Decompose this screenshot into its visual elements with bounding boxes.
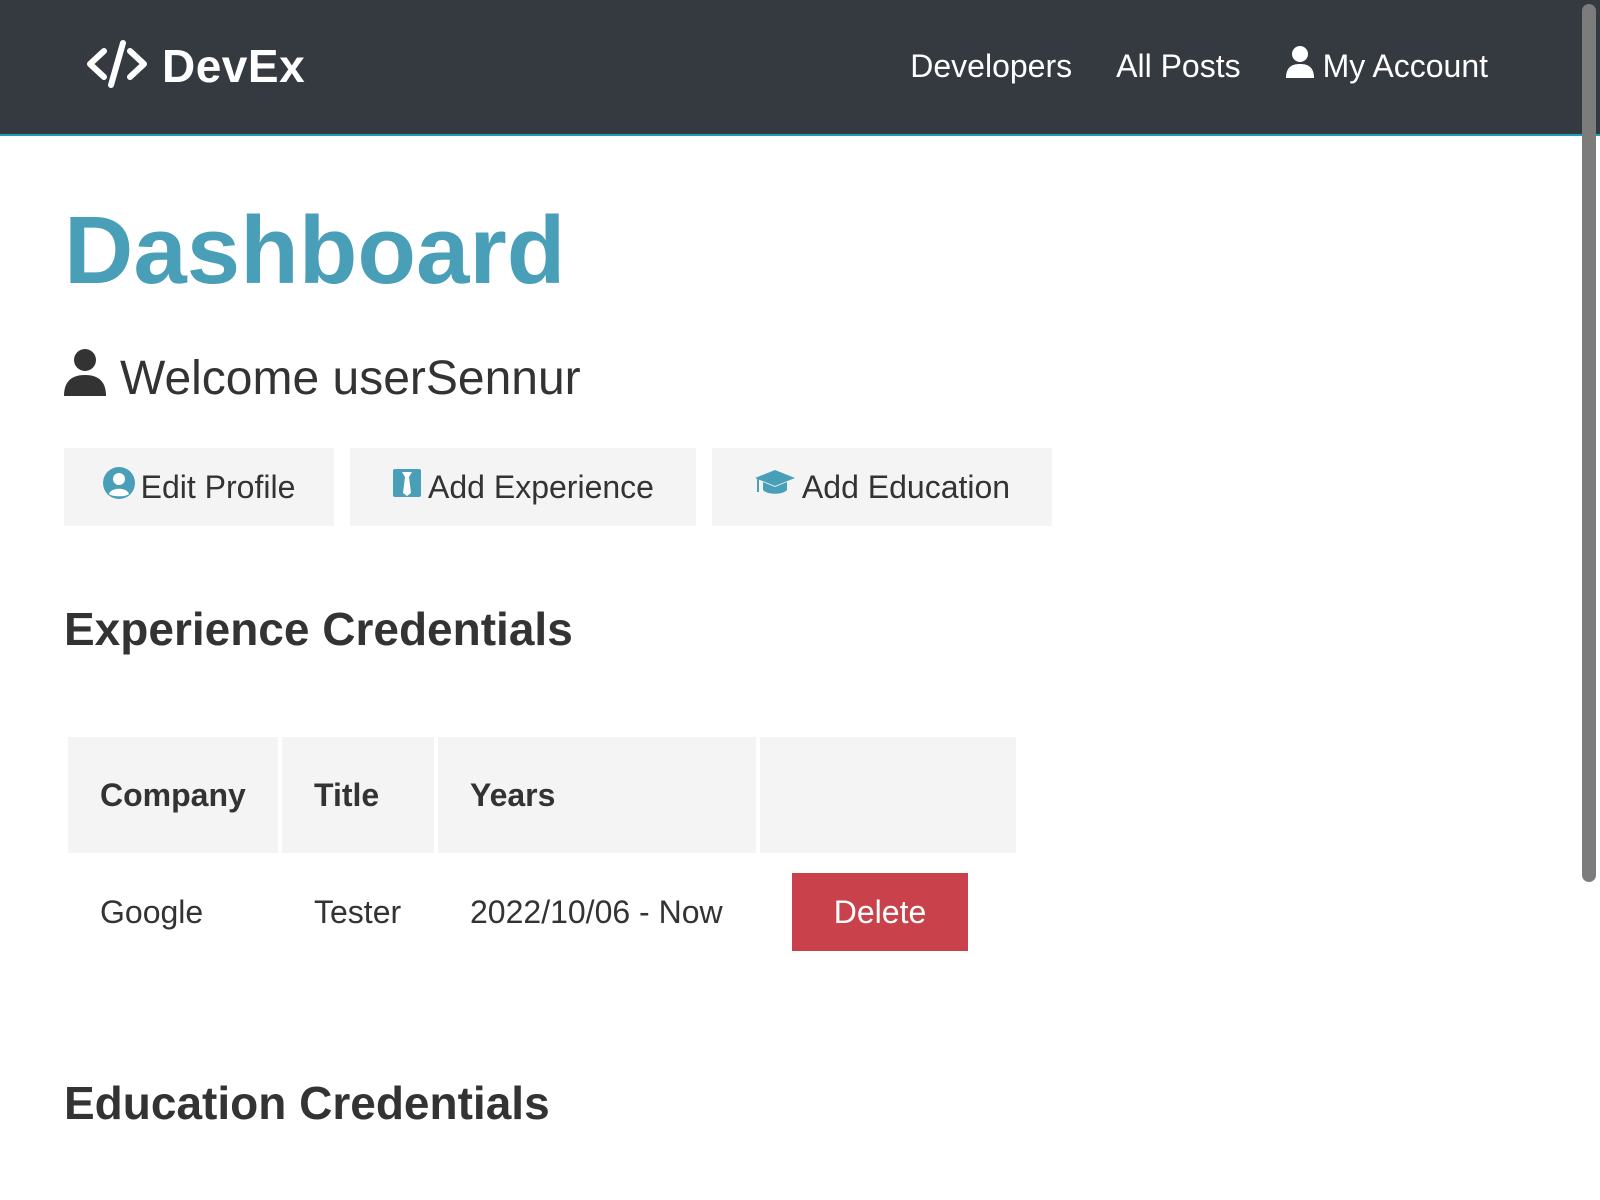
brand-link[interactable]: DevEx bbox=[86, 38, 305, 94]
add-experience-button[interactable]: Add Experience bbox=[350, 448, 696, 526]
experience-table: Company Title Years Google Tester 2022/1… bbox=[64, 733, 1020, 971]
nav-link-developers-label: Developers bbox=[910, 47, 1073, 84]
user-circle-icon bbox=[102, 467, 135, 507]
column-header-years: Years bbox=[438, 737, 756, 853]
id-badge-icon bbox=[392, 468, 422, 506]
add-education-button[interactable]: Add Education bbox=[712, 448, 1052, 526]
experience-years: 2022/10/06 - Now bbox=[470, 893, 723, 930]
nav-link-developers[interactable]: Developers bbox=[910, 48, 1072, 85]
education-heading: Education Credentials bbox=[64, 1077, 550, 1129]
edit-profile-label: Edit Profile bbox=[140, 468, 296, 505]
table-row: Google Tester 2022/10/06 - Now Delete bbox=[68, 857, 1016, 967]
nav-link-my-account[interactable]: My Account bbox=[1285, 45, 1488, 87]
experience-company: Google bbox=[100, 893, 204, 930]
experience-action-cell: Delete bbox=[760, 857, 1016, 967]
column-header-company: Company bbox=[68, 737, 278, 853]
experience-title: Tester bbox=[314, 893, 402, 930]
navbar: DevEx Developers All Posts My Account bbox=[0, 0, 1600, 136]
scrollbar-thumb[interactable] bbox=[1582, 4, 1596, 882]
user-icon bbox=[64, 348, 106, 408]
welcome-message: Welcome userSennur bbox=[64, 348, 581, 408]
user-icon bbox=[1285, 45, 1315, 87]
delete-experience-button[interactable]: Delete bbox=[792, 873, 968, 951]
scrollbar[interactable] bbox=[1578, 0, 1600, 1200]
nav-link-my-account-label: My Account bbox=[1322, 47, 1488, 84]
column-header-title: Title bbox=[282, 737, 434, 853]
code-icon bbox=[86, 39, 148, 94]
nav-links: Developers All Posts My Account bbox=[910, 44, 1488, 88]
column-header-action bbox=[760, 737, 1016, 853]
table-header-row: Company Title Years bbox=[68, 737, 1016, 853]
nav-link-all-posts-label: All Posts bbox=[1116, 47, 1241, 84]
page-title: Dashboard bbox=[64, 197, 566, 304]
dashboard-actions: Edit Profile Add Experience Add Educatio… bbox=[64, 448, 1052, 526]
add-experience-label: Add Experience bbox=[428, 468, 654, 505]
welcome-text: Welcome userSennur bbox=[120, 351, 581, 405]
edit-profile-button[interactable]: Edit Profile bbox=[64, 448, 334, 526]
experience-heading: Experience Credentials bbox=[64, 603, 573, 655]
graduation-cap-icon bbox=[754, 468, 796, 506]
brand-name: DevEx bbox=[162, 40, 306, 92]
add-education-label: Add Education bbox=[801, 468, 1011, 505]
nav-link-all-posts[interactable]: All Posts bbox=[1116, 48, 1240, 85]
